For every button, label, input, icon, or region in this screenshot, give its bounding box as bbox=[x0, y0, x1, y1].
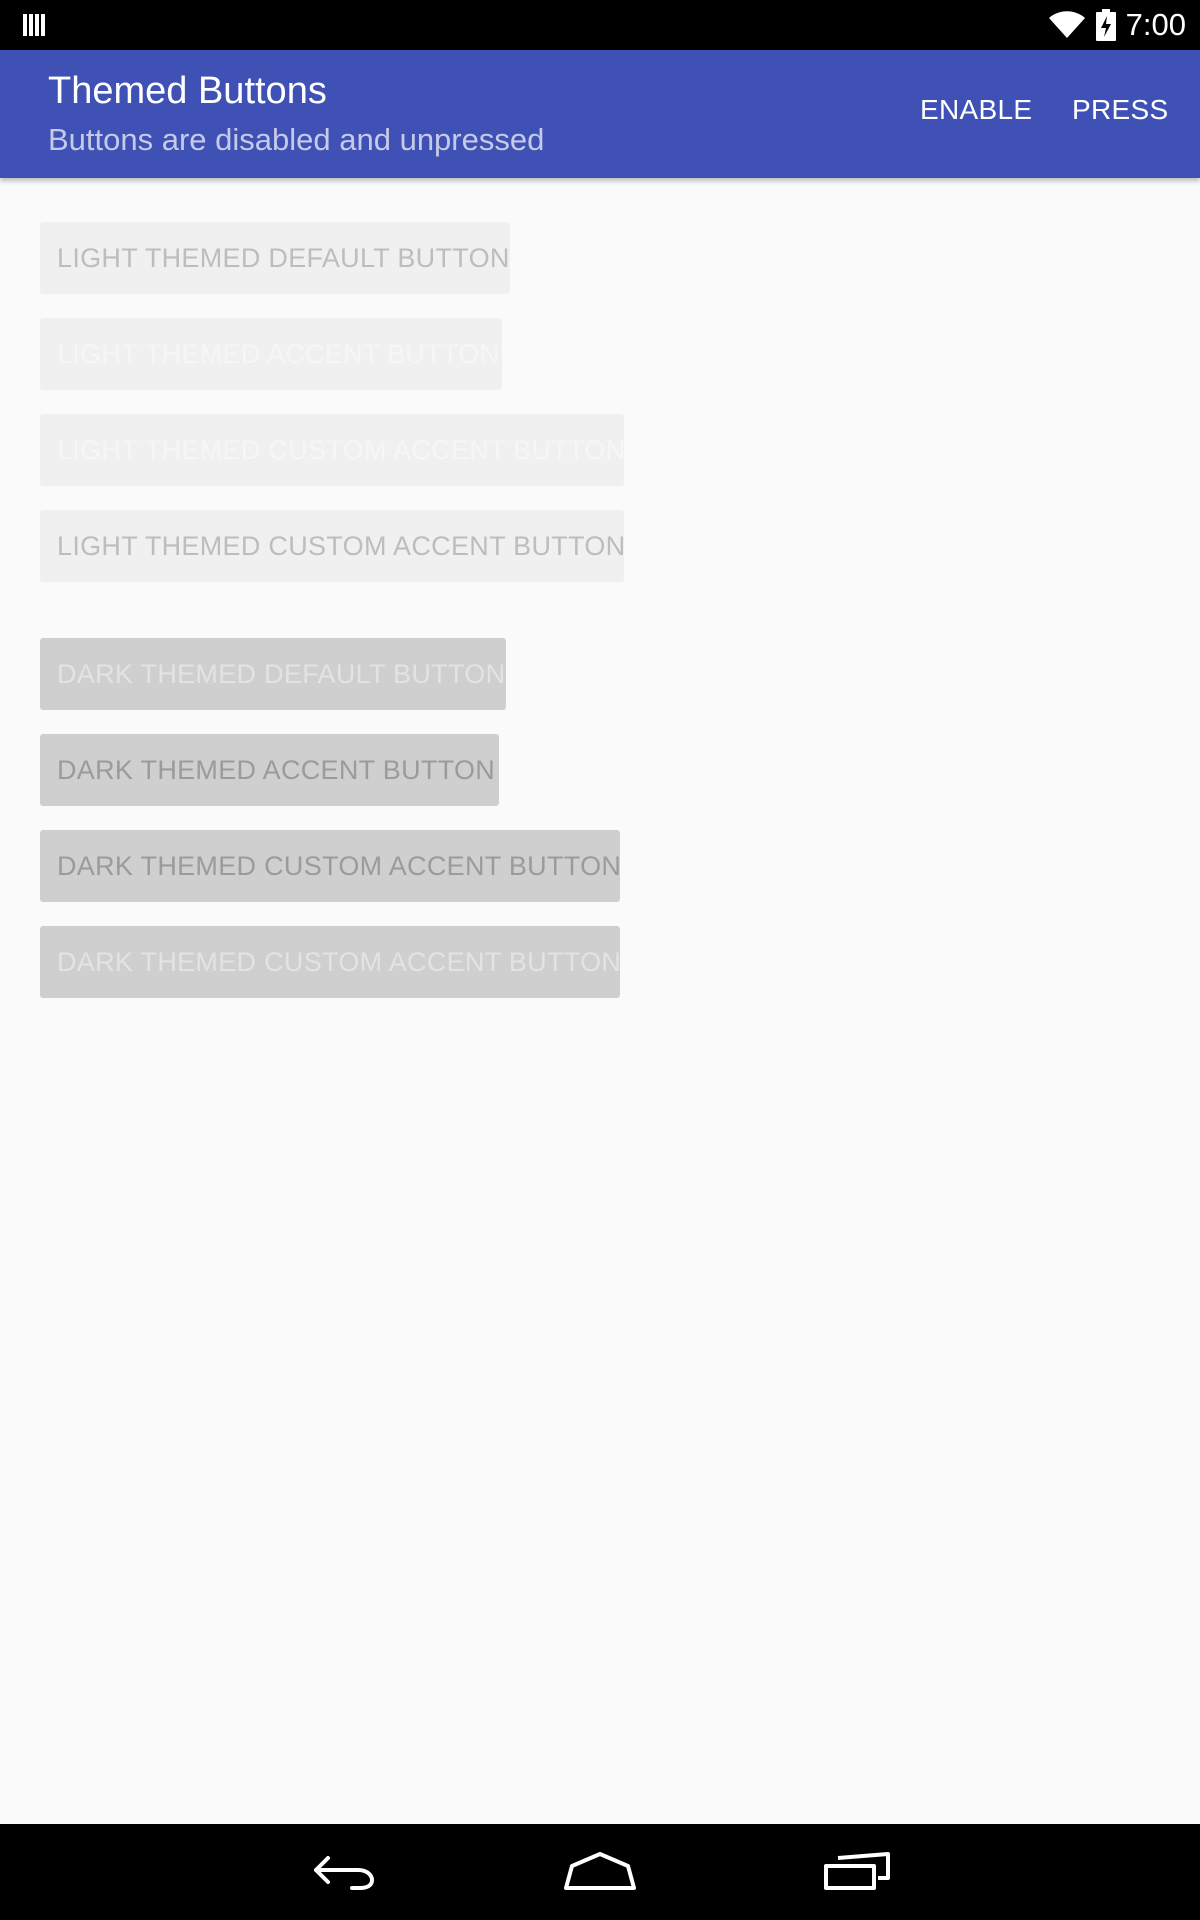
status-indicators: 7:00 bbox=[1048, 0, 1186, 50]
light-themed-default-button[interactable]: LIGHT THEMED DEFAULT BUTTON bbox=[40, 222, 510, 294]
status-time: 7:00 bbox=[1125, 7, 1186, 42]
enable-action-button[interactable]: ENABLE bbox=[920, 94, 1032, 126]
dark-themed-accent-button[interactable]: DARK THEMED ACCENT BUTTON bbox=[40, 734, 499, 806]
light-themed-custom-accent-button[interactable]: LIGHT THEMED CUSTOM ACCENT BUTTON bbox=[40, 414, 625, 486]
dark-themed-custom-accent-button[interactable]: DARK THEMED CUSTOM ACCENT BUTTON bbox=[40, 926, 621, 998]
light-themed-custom-accent-button[interactable]: LIGHT THEMED CUSTOM ACCENT BUTTON bbox=[40, 510, 625, 582]
app-subtitle: Buttons are disabled and unpressed bbox=[48, 122, 545, 157]
back-icon[interactable] bbox=[308, 1844, 380, 1900]
dark-themed-default-button[interactable]: DARK THEMED DEFAULT BUTTON bbox=[40, 638, 506, 710]
light-themed-accent-button[interactable]: LIGHT THEMED ACCENT BUTTON bbox=[40, 318, 502, 390]
home-icon[interactable] bbox=[562, 1844, 638, 1900]
dark-themed-custom-accent-button[interactable]: DARK THEMED CUSTOM ACCENT BUTTON bbox=[40, 830, 621, 902]
app-title: Themed Buttons bbox=[48, 70, 327, 112]
press-action-button[interactable]: PRESS bbox=[1072, 94, 1168, 126]
status-bar: 7:00 bbox=[0, 0, 1200, 50]
recents-icon[interactable] bbox=[822, 1844, 892, 1900]
app-bar: Themed Buttons Buttons are disabled and … bbox=[0, 50, 1200, 178]
navigation-bar bbox=[0, 1824, 1200, 1920]
wifi-icon bbox=[1048, 11, 1085, 38]
battery-charging-icon bbox=[1095, 9, 1116, 41]
notification-barcode-icon bbox=[23, 14, 45, 36]
